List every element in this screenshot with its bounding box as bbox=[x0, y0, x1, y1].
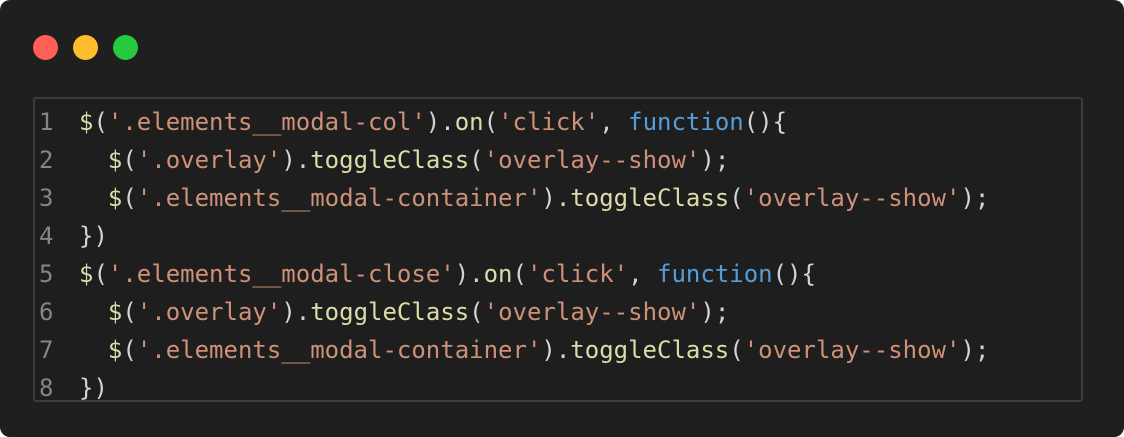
code-line: 5 $('.elements__modal-close').on('click',… bbox=[35, 255, 1081, 293]
code-token: ); bbox=[960, 336, 990, 364]
code-line: 8}) bbox=[35, 369, 1081, 407]
code-token: toggleClass bbox=[310, 298, 470, 326]
code-token: , bbox=[628, 260, 658, 288]
minimize-window-button[interactable] bbox=[73, 35, 98, 60]
line-number: 8 bbox=[39, 374, 54, 402]
close-window-button[interactable] bbox=[33, 35, 58, 60]
code-token: 'click' bbox=[498, 108, 600, 136]
code-token: ( bbox=[93, 260, 108, 288]
code-token: on bbox=[454, 108, 484, 136]
line-number: 1 bbox=[39, 108, 54, 136]
code-line: 1 $('.elements__modal-col').on('click', f… bbox=[35, 103, 1081, 141]
line-number: 3 bbox=[39, 184, 54, 212]
code-token: ); bbox=[700, 146, 730, 174]
line-number: 7 bbox=[39, 336, 54, 364]
code-token: ( bbox=[93, 108, 108, 136]
code-token: '.elements__modal-container' bbox=[136, 184, 542, 212]
code-token: ( bbox=[122, 298, 137, 326]
code-token: toggleClass bbox=[570, 184, 730, 212]
code-token: ). bbox=[425, 108, 455, 136]
code-token: '.elements__modal-close' bbox=[107, 260, 455, 288]
code-token: '.overlay' bbox=[136, 298, 282, 326]
line-code: $('.overlay').toggleClass('overlay--show… bbox=[79, 141, 729, 179]
line-code: }) bbox=[79, 369, 108, 407]
code-token: ); bbox=[700, 298, 730, 326]
line-code: }) bbox=[79, 217, 108, 255]
code-token: toggleClass bbox=[310, 146, 470, 174]
code-token: 'overlay--show' bbox=[483, 146, 701, 174]
code-token: $ bbox=[107, 298, 123, 326]
code-line: 4}) bbox=[35, 217, 1081, 255]
code-token: ( bbox=[512, 260, 527, 288]
code-token: $ bbox=[79, 260, 94, 288]
code-token: $ bbox=[107, 336, 123, 364]
code-token: ( bbox=[729, 184, 744, 212]
code-token: '.overlay' bbox=[136, 146, 282, 174]
code-token: toggleClass bbox=[570, 336, 730, 364]
code-token: 'click' bbox=[526, 260, 629, 288]
code-line: 6 $('.overlay').toggleClass('overlay--sh… bbox=[35, 293, 1081, 331]
code-token: 'overlay--show' bbox=[743, 336, 961, 364]
line-number: 2 bbox=[39, 146, 54, 174]
code-token: }) bbox=[79, 374, 108, 402]
line-code: $('.overlay').toggleClass('overlay--show… bbox=[79, 293, 729, 331]
maximize-window-button[interactable] bbox=[113, 35, 138, 60]
code-token: $ bbox=[79, 108, 94, 136]
code-token: ). bbox=[454, 260, 484, 288]
line-code: $('.elements__modal-container').toggleCl… bbox=[79, 331, 989, 369]
code-line: 7 $('.elements__modal-container').toggle… bbox=[35, 331, 1081, 369]
code-line: 3 $('.elements__modal-container').toggle… bbox=[35, 179, 1081, 217]
line-number: 5 bbox=[39, 260, 54, 288]
line-number: 6 bbox=[39, 298, 54, 326]
code-token: (){ bbox=[772, 260, 816, 288]
code-token: '.elements__modal-col' bbox=[107, 108, 426, 136]
code-token: (){ bbox=[743, 108, 788, 136]
code-token: ). bbox=[541, 184, 571, 212]
line-code: $('.elements__modal-close').on('click', … bbox=[79, 255, 816, 293]
code-token: ); bbox=[960, 184, 990, 212]
code-token: function bbox=[628, 108, 744, 136]
code-token: 'overlay--show' bbox=[743, 184, 961, 212]
code-window: 1 $('.elements__modal-col').on('click', f… bbox=[0, 0, 1124, 437]
code-token: '.elements__modal-container' bbox=[136, 336, 542, 364]
code-token: $ bbox=[107, 184, 123, 212]
code-line: 2 $('.overlay').toggleClass('overlay--sh… bbox=[35, 141, 1081, 179]
line-code: $('.elements__modal-col').on('click', fu… bbox=[79, 103, 787, 141]
code-token: ( bbox=[729, 336, 744, 364]
code-token: ( bbox=[483, 108, 499, 136]
code-token: ( bbox=[122, 184, 137, 212]
code-token: ( bbox=[122, 336, 137, 364]
code-token: ). bbox=[281, 146, 311, 174]
window-controls bbox=[33, 35, 138, 60]
code-token: ( bbox=[122, 146, 137, 174]
code-editor[interactable]: 1 $('.elements__modal-col').on('click', f… bbox=[33, 97, 1083, 402]
line-number: 4 bbox=[39, 222, 54, 250]
code-token: $ bbox=[107, 146, 123, 174]
code-token: 'overlay--show' bbox=[483, 298, 701, 326]
code-token: ( bbox=[469, 298, 484, 326]
code-token: ). bbox=[541, 336, 571, 364]
code-token: function bbox=[657, 260, 773, 288]
code-token: , bbox=[599, 108, 629, 136]
code-token: }) bbox=[79, 222, 108, 250]
code-token: on bbox=[483, 260, 513, 288]
line-code: $('.elements__modal-container').toggleCl… bbox=[79, 179, 989, 217]
code-token: ). bbox=[281, 298, 311, 326]
code-token: ( bbox=[469, 146, 484, 174]
